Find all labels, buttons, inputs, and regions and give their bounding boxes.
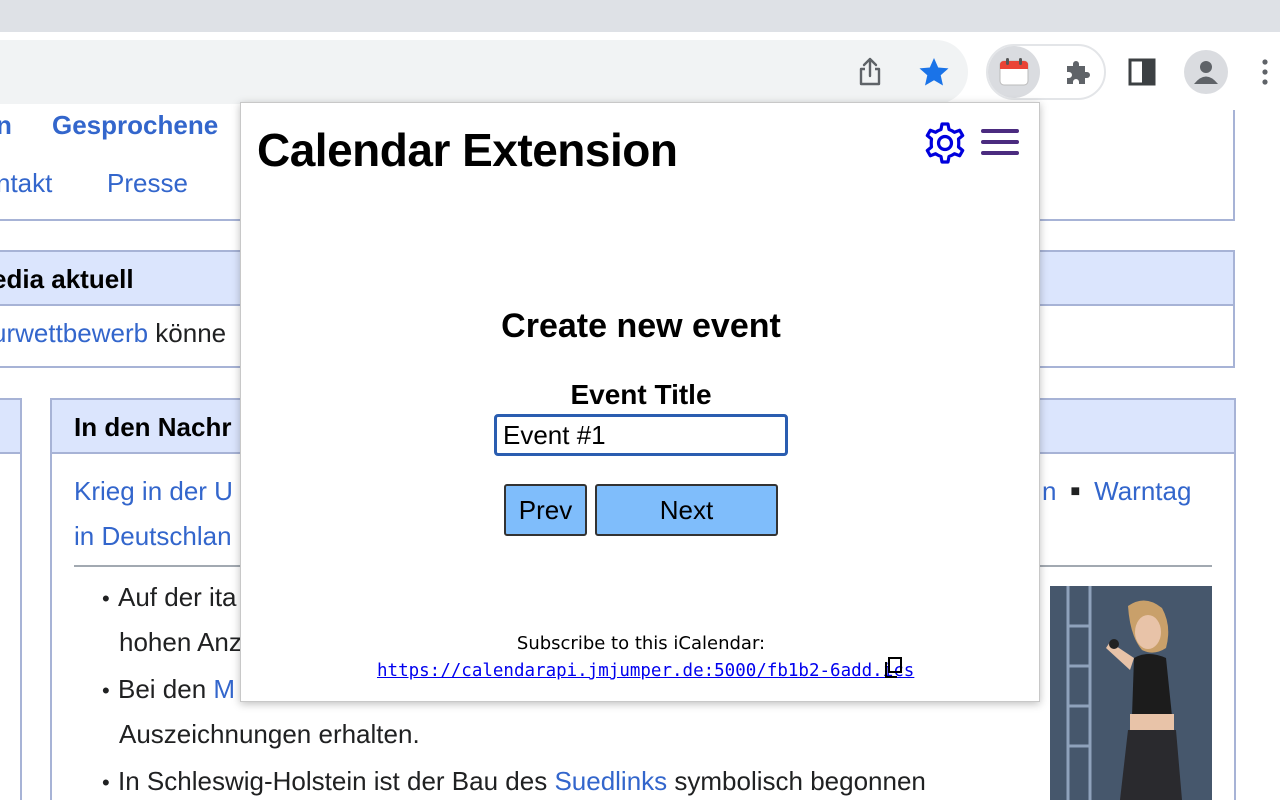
wiki-link-m[interactable]: M [213,674,235,704]
separator-square-icon: ■ [1070,483,1081,500]
wiki-link-warntag[interactable]: Warntag [1094,476,1191,506]
event-title-input[interactable] [494,414,788,456]
copy-icon[interactable] [883,657,903,679]
list-item-continuation: Auszeichnungen erhalten. [119,719,420,749]
list-item: • Auf der ita [102,582,237,612]
calendar-extension-popup: Calendar Extension Create new event Even… [240,102,1040,702]
wiki-link-presse[interactable]: Presse [107,168,188,199]
share-icon[interactable] [850,52,890,92]
event-title-label: Event Title [570,379,712,410]
wiki-news-title: In den Nachr [74,412,232,442]
wiki-link-suedlinks[interactable]: Suedlinks [554,766,667,796]
side-panel-icon[interactable] [1122,52,1162,92]
address-bar[interactable] [0,40,968,104]
news-photo[interactable] [1050,586,1212,800]
wiki-left-column [0,398,22,800]
prev-button[interactable]: Prev [504,484,587,536]
wiki-link-krieg[interactable]: Krieg in der U [74,476,233,507]
bookmark-star-icon[interactable] [914,52,954,92]
popup-title: Calendar Extension [257,124,678,176]
browser-tabstrip [0,0,1280,32]
calendar-extension-icon[interactable] [988,46,1040,98]
wiki-link-wettbewerb[interactable]: urwettbewerb [0,318,148,348]
next-button[interactable]: Next [595,484,778,536]
wiki-aktuell-text: könne [148,318,227,348]
wiki-link-fragment-n[interactable]: n [1042,476,1056,506]
list-item: • In Schleswig-Holstein ist der Bau des S… [102,766,926,796]
extensions-puzzle-icon[interactable] [1058,52,1098,92]
wiki-link-deutschland[interactable]: in Deutschlan [74,521,232,552]
gear-icon[interactable] [923,121,967,165]
browser-toolbar [0,32,1280,110]
list-item: • Bei den M [102,674,236,704]
profile-icon[interactable] [1184,50,1228,94]
more-menu-icon[interactable] [1250,52,1280,92]
wiki-link-kontakt[interactable]: ntakt [0,168,52,199]
hamburger-menu-icon[interactable] [981,129,1021,159]
wiki-link-fragment[interactable]: n [0,110,12,141]
subscribe-label: Subscribe to this iCalendar: [516,633,766,654]
subscribe-url-link[interactable]: https://calendarapi.jmjumper.de:5000/fb1… [377,661,914,681]
list-item-continuation: hohen Anz [119,627,242,657]
create-event-heading: Create new event [501,307,781,345]
wiki-aktuell-title: edia aktuell [0,264,134,294]
wiki-link-gesprochene[interactable]: Gesprochene [52,110,218,141]
